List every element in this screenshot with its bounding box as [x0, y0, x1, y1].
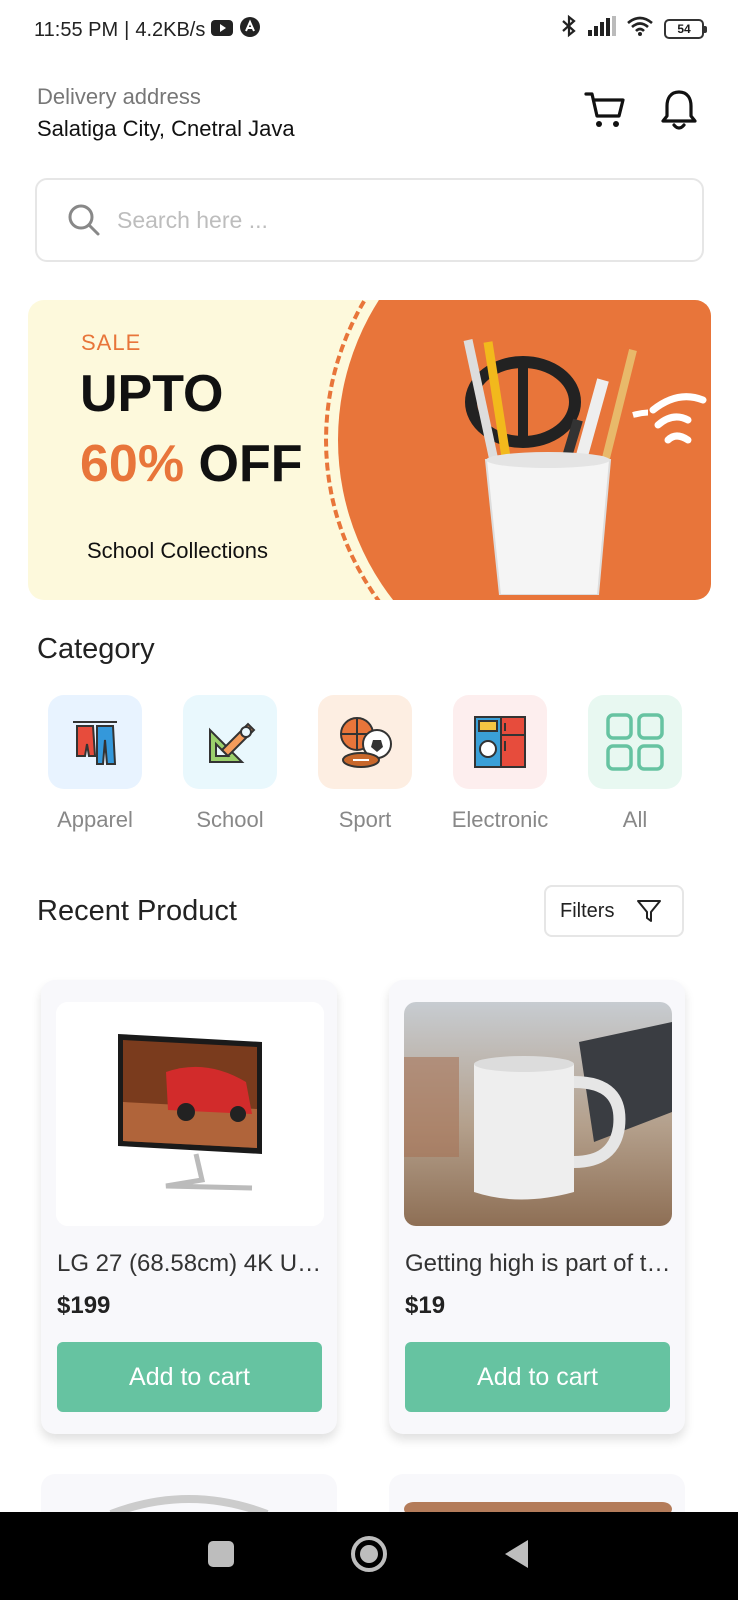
app-notification-icon: [239, 16, 261, 44]
recent-product-title: Recent Product: [37, 895, 237, 927]
back-triangle-icon: [504, 1539, 528, 1568]
status-time: 11:55 PM: [34, 18, 119, 41]
banner-upto: UPTO: [80, 365, 224, 423]
category-tile: [588, 695, 682, 789]
category-title: Category: [37, 633, 155, 665]
product-image-mug: [404, 1002, 672, 1226]
filters-button[interactable]: Filters: [544, 885, 684, 937]
product-name: LG 27 (68.58cm) 4K UHD Monitor: [57, 1250, 323, 1277]
banner-discount: 60% OFF: [80, 434, 303, 494]
cart-icon: [584, 92, 625, 127]
category-tile: [318, 695, 412, 789]
category-tile: [48, 695, 142, 789]
category-sport[interactable]: Sport: [310, 695, 420, 833]
grid-icon: [606, 713, 664, 771]
promo-banner[interactable]: SALE UPTO 60% OFF School Collections: [28, 300, 711, 600]
battery-icon: 54: [664, 18, 707, 39]
add-to-cart-button[interactable]: Add to cart: [57, 1342, 322, 1412]
status-speed: 4.2KB/s: [135, 18, 206, 41]
category-label: Electronic: [451, 807, 549, 832]
status-left: 11:55 PM | 4.2KB/s: [34, 16, 261, 44]
filter-icon: [637, 900, 662, 922]
back-button[interactable]: [502, 1538, 532, 1575]
header-actions: [583, 88, 701, 132]
header: Delivery address Salatiga City, Cnetral …: [37, 84, 701, 148]
apparel-icon: [73, 721, 117, 765]
status-separator: |: [124, 18, 130, 41]
category-list: Apparel School Sport Electronic All: [40, 695, 720, 835]
banner-discount-percent: 60%: [80, 435, 185, 493]
product-name: Getting high is part of the job mug: [405, 1250, 671, 1277]
product-card[interactable]: Getting high is part of the job mug $19 …: [389, 980, 685, 1434]
search-input[interactable]: [117, 206, 637, 234]
category-label: Sport: [338, 807, 392, 832]
recent-apps-button[interactable]: [206, 1539, 236, 1574]
bluetooth-icon: [560, 14, 578, 43]
banner-discount-off: OFF: [198, 435, 303, 493]
home-button[interactable]: [349, 1534, 389, 1579]
pencil-cup-image: [463, 339, 648, 595]
category-tile: [183, 695, 277, 789]
category-label: Apparel: [57, 807, 133, 832]
category-apparel[interactable]: Apparel: [40, 695, 150, 833]
electronic-icon: [474, 716, 526, 768]
product-image-monitor: [56, 1002, 324, 1226]
square-icon: [208, 1540, 235, 1567]
product-price: $199: [57, 1292, 111, 1319]
status-right: 54: [560, 14, 707, 43]
product-card-peek[interactable]: [41, 1474, 337, 1514]
product-card-peek[interactable]: [389, 1474, 685, 1514]
banner-collection: School Collections: [87, 538, 268, 563]
category-electronic[interactable]: Electronic: [445, 695, 555, 833]
home-circle-icon: [350, 1535, 387, 1572]
category-school[interactable]: School: [175, 695, 285, 833]
category-tile: [453, 695, 547, 789]
add-to-cart-button[interactable]: Add to cart: [405, 1342, 670, 1412]
search-bar[interactable]: [35, 178, 704, 262]
category-label: All: [622, 807, 648, 832]
product-card[interactable]: LG 27 (68.58cm) 4K UHD Monitor $199 Add …: [41, 980, 337, 1434]
filters-label: Filters: [560, 899, 615, 922]
notification-button[interactable]: [657, 88, 701, 132]
cart-button[interactable]: [583, 88, 627, 132]
youtube-icon: [211, 19, 234, 42]
school-icon: [209, 722, 256, 763]
banner-flick-icon: [649, 393, 707, 444]
banner-sale-label: SALE: [81, 330, 142, 355]
system-nav-bar: [0, 1512, 738, 1600]
category-all[interactable]: All: [580, 695, 690, 833]
product-price: $19: [405, 1292, 446, 1319]
bell-icon: [661, 90, 697, 130]
category-label: School: [196, 807, 264, 832]
wifi-icon: [626, 15, 654, 42]
search-icon: [68, 204, 100, 236]
signal-icon: [588, 16, 616, 41]
sport-icon: [340, 717, 392, 768]
status-bar: 11:55 PM | 4.2KB/s 54: [0, 0, 738, 60]
